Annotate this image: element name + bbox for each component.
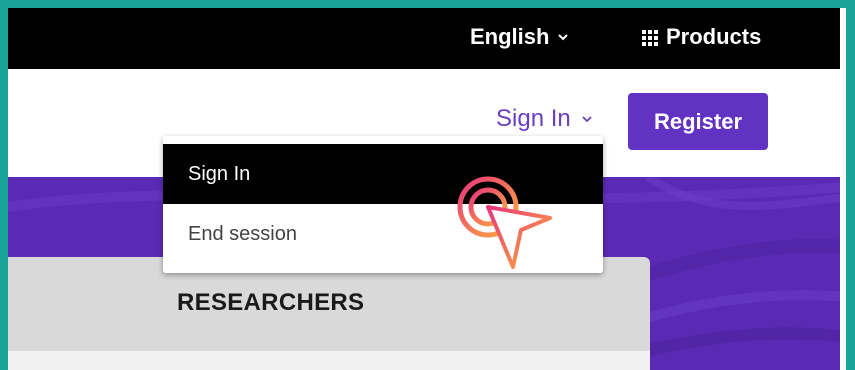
signin-label: Sign In <box>496 105 571 132</box>
products-menu[interactable]: Products <box>640 24 761 50</box>
chevron-down-icon <box>582 116 592 123</box>
chevron-down-icon <box>558 34 569 41</box>
card-title: RESEARCHERS <box>177 289 365 316</box>
cursor-click-icon <box>457 176 552 269</box>
grid-icon <box>642 30 658 46</box>
register-button[interactable]: Register <box>628 93 768 150</box>
signin-menu-toggle[interactable]: Sign In <box>496 105 593 133</box>
language-selector[interactable]: English <box>470 24 569 50</box>
top-utility-bar: English Products <box>8 8 846 69</box>
products-label: Products <box>666 24 762 49</box>
card-body <box>8 351 650 370</box>
browser-viewport: English Products Sign In Register RESEAR… <box>8 8 846 370</box>
language-label: English <box>470 24 550 49</box>
scrollbar[interactable] <box>840 8 846 370</box>
